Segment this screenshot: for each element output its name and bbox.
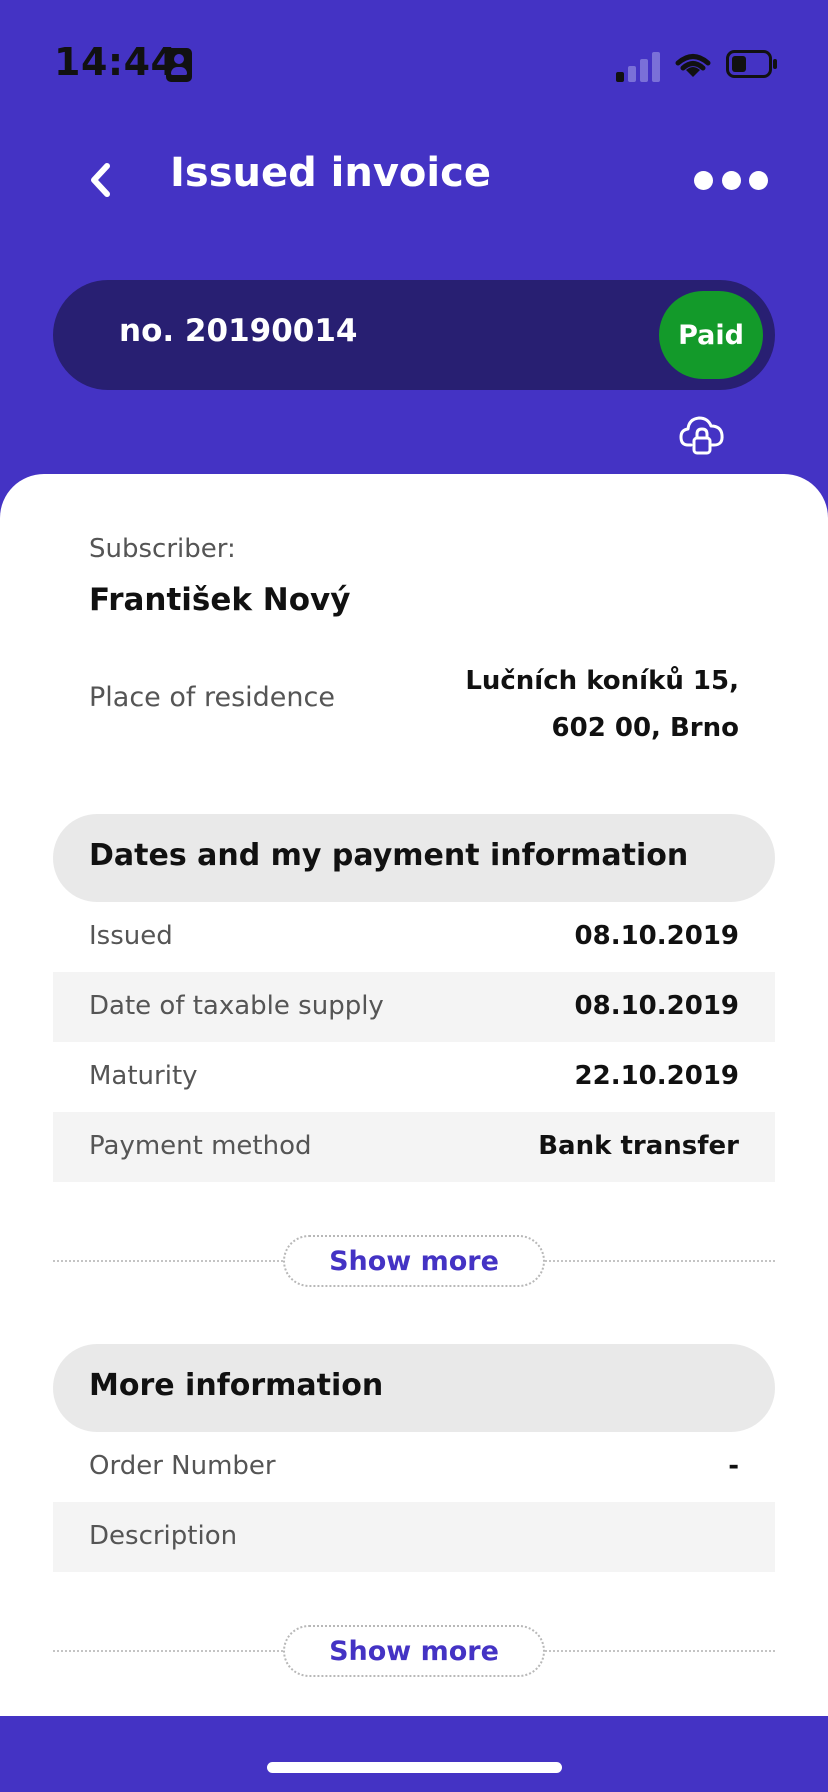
show-more-divider: Show more bbox=[53, 1235, 775, 1287]
dotted-divider bbox=[545, 1650, 775, 1652]
more-horizontal-icon bbox=[749, 170, 768, 190]
more-info-section-header: More information bbox=[53, 1344, 775, 1432]
battery-icon bbox=[726, 50, 777, 78]
detail-row: Maturity 22.10.2019 bbox=[53, 1042, 775, 1112]
section-title: Dates and my payment information bbox=[89, 838, 689, 873]
detail-value: - bbox=[728, 1451, 739, 1481]
dates-section-header: Dates and my payment information bbox=[53, 814, 775, 902]
section-title: More information bbox=[89, 1368, 384, 1403]
residence-label: Place of residence bbox=[89, 682, 335, 713]
wifi-icon bbox=[675, 54, 711, 77]
more-horizontal-icon bbox=[721, 170, 741, 190]
detail-row: Description bbox=[53, 1502, 775, 1572]
dotted-divider bbox=[53, 1650, 283, 1652]
show-more-button[interactable]: Show more bbox=[283, 1235, 545, 1287]
status-time: 14:44 bbox=[54, 40, 178, 84]
invoice-number: no. 20190014 bbox=[119, 313, 358, 349]
detail-value: 22.10.2019 bbox=[574, 1061, 739, 1091]
detail-row: Payment method Bank transfer bbox=[53, 1112, 775, 1182]
contact-card-icon bbox=[166, 48, 192, 82]
more-horizontal-icon bbox=[694, 170, 713, 190]
detail-value: 08.10.2019 bbox=[574, 991, 739, 1021]
detail-row: Date of taxable supply 08.10.2019 bbox=[53, 972, 775, 1042]
dotted-divider bbox=[545, 1260, 775, 1262]
status-badge: Paid bbox=[659, 291, 763, 379]
signal-strength-icon bbox=[616, 52, 662, 82]
dotted-divider bbox=[53, 1260, 283, 1262]
detail-label: Description bbox=[89, 1521, 238, 1551]
cloud-lock-icon[interactable] bbox=[678, 410, 726, 458]
detail-row: Order Number - bbox=[53, 1432, 775, 1502]
detail-label: Order Number bbox=[89, 1451, 276, 1481]
invoice-number-bar: no. 20190014 Paid bbox=[53, 280, 775, 390]
page-title: Issued invoice bbox=[170, 150, 491, 196]
detail-value: Bank transfer bbox=[538, 1131, 739, 1161]
residence-value: Lučních koníků 15, 602 00, Brno bbox=[465, 666, 739, 743]
detail-label: Maturity bbox=[89, 1061, 198, 1091]
show-more-divider: Show more bbox=[53, 1625, 775, 1677]
subscriber-name: František Nový bbox=[89, 582, 351, 618]
detail-row: Issued 08.10.2019 bbox=[53, 902, 775, 972]
back-button[interactable] bbox=[70, 150, 130, 210]
home-indicator[interactable] bbox=[267, 1762, 562, 1773]
invoice-details-card: Subscriber: František Nový Place of resi… bbox=[0, 474, 828, 1716]
status-bar: 14:44 bbox=[0, 0, 828, 132]
nav-bar: Issued invoice bbox=[0, 132, 828, 252]
show-more-button[interactable]: Show more bbox=[283, 1625, 545, 1677]
chevron-left-icon bbox=[91, 163, 110, 197]
subscriber-label: Subscriber: bbox=[89, 534, 236, 564]
detail-label: Issued bbox=[89, 921, 173, 951]
detail-value: 08.10.2019 bbox=[574, 921, 739, 951]
more-options-button[interactable] bbox=[694, 160, 768, 200]
detail-label: Date of taxable supply bbox=[89, 991, 384, 1021]
detail-label: Payment method bbox=[89, 1131, 312, 1161]
